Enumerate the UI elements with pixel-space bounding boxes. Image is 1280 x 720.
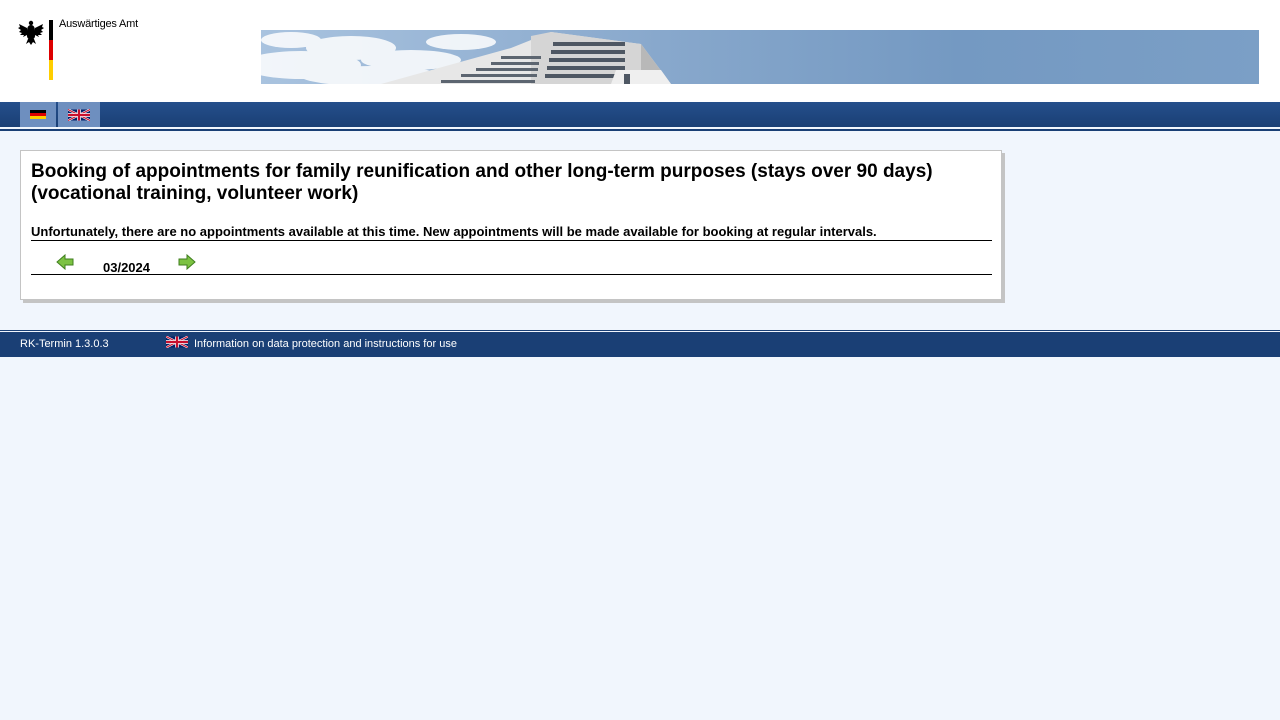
uk-flag-icon <box>166 336 188 348</box>
arrow-left-icon[interactable] <box>56 254 74 270</box>
logo-flag-bar <box>49 20 53 80</box>
version-label: RK-Termin 1.3.0.3 <box>20 338 109 350</box>
availability-notice: Unfortunately, there are no appointments… <box>31 224 992 241</box>
page-footer: RK-Termin 1.3.0.3 Information on data pr… <box>0 332 1280 357</box>
appointment-panel: Booking of appointments for family reuni… <box>20 150 1002 300</box>
header-banner-image <box>261 30 1259 84</box>
data-protection-link[interactable]: Information on data protection and instr… <box>194 338 457 350</box>
language-german-button[interactable] <box>20 102 56 127</box>
arrow-right-icon[interactable] <box>178 254 196 270</box>
german-flag-icon <box>30 109 46 120</box>
current-month: 03/2024 <box>103 260 150 275</box>
page-title: Booking of appointments for family reuni… <box>31 161 933 204</box>
page-header: Auswärtiges Amt <box>0 0 1280 102</box>
top-navigation-bar <box>0 102 1280 127</box>
federal-foreign-office-logo[interactable]: Auswärtiges Amt <box>18 18 148 82</box>
federal-eagle-icon <box>18 20 44 45</box>
month-pager: 03/2024 <box>31 251 992 275</box>
building-illustration <box>261 32 671 84</box>
uk-flag-icon <box>68 108 90 121</box>
language-english-button[interactable] <box>58 102 100 127</box>
top-navigation-divider <box>0 129 1280 131</box>
logo-text: Auswärtiges Amt <box>59 18 138 30</box>
footer-divider <box>0 330 1280 331</box>
